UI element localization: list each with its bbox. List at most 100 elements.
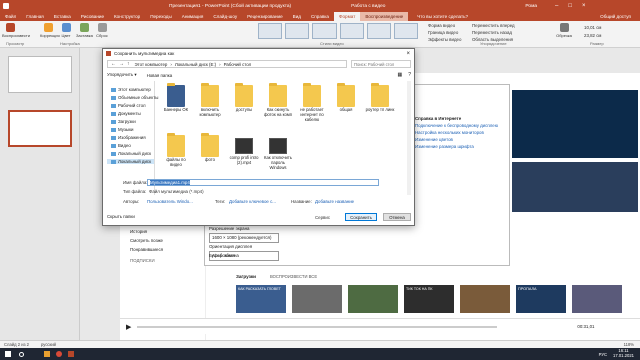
language-indicator[interactable]: русский: [41, 342, 56, 347]
color-button[interactable]: Цвет: [58, 23, 74, 38]
tab-transitions[interactable]: Переходы: [145, 12, 177, 21]
tab-playback[interactable]: Воспроизведение: [360, 12, 409, 21]
file-item[interactable]: Баннеры ОК: [161, 83, 191, 113]
file-item[interactable]: Как скинуть фоток на комп: [263, 83, 293, 118]
nav-3d-objects[interactable]: Объемные объекты: [111, 95, 158, 100]
file-item[interactable]: общая: [331, 83, 361, 113]
nav-downloads[interactable]: Загрузки: [111, 119, 136, 124]
hide-folders-button[interactable]: Скрыть папки: [107, 214, 135, 219]
file-item[interactable]: Как отключить пароль Windows: [263, 135, 293, 170]
file-item[interactable]: доступы: [229, 83, 259, 113]
user-name[interactable]: Рома: [525, 4, 537, 9]
title-value[interactable]: Добавьте название: [315, 199, 354, 204]
video-thumb-2[interactable]: [292, 285, 342, 313]
file-item[interactable]: comp profi intro (2).mp4: [229, 135, 259, 166]
back-icon[interactable]: ←: [111, 61, 116, 67]
nav-desktop[interactable]: Рабочий стол: [111, 103, 146, 108]
file-type-select[interactable]: Файл мультимедиа (*.mp4): [149, 189, 204, 194]
save-button[interactable]: Сохранить: [345, 213, 377, 221]
video-thumb-7[interactable]: [572, 285, 622, 313]
slide-thumbnail-2[interactable]: [8, 110, 72, 147]
tab-help[interactable]: Справка: [306, 12, 334, 21]
authors-value[interactable]: Пользователь Windo...: [147, 199, 193, 204]
share-button[interactable]: Общий доступ: [595, 12, 636, 21]
reset-button[interactable]: Сброс: [94, 23, 110, 38]
help-link-wireless[interactable]: Подключение к беспроводному дисплею: [415, 122, 498, 129]
tab-format[interactable]: Формат: [333, 12, 361, 21]
help-link-colors[interactable]: Изменение цветов: [415, 136, 498, 143]
yt-nav-later[interactable]: Смотреть позже: [130, 236, 195, 245]
file-item[interactable]: включить компьютер: [195, 83, 225, 118]
bring-forward-button[interactable]: Переместить вперед: [472, 23, 515, 28]
send-backward-button[interactable]: Переместить назад: [472, 30, 512, 35]
minimize-icon[interactable]: –: [555, 3, 558, 9]
nav-local-disk-1[interactable]: Локальный диск: [111, 151, 151, 156]
clock[interactable]: 16:11 17.01.2021: [613, 349, 634, 358]
play-all-link[interactable]: ВОСПРОИЗВЕСТИ ВСЕ: [270, 274, 317, 279]
cancel-button[interactable]: Отмена: [383, 213, 411, 221]
tab-home[interactable]: Главная: [21, 12, 48, 21]
video-thumb-4[interactable]: ТИК ТОК НА ПК: [404, 285, 454, 313]
tab-insert[interactable]: Вставка: [49, 12, 76, 21]
video-border-button[interactable]: Граница видео: [428, 30, 458, 35]
resolution-select[interactable]: 1600 × 1080 (рекомендуется): [209, 233, 279, 243]
file-name-input[interactable]: Мультимедиа1.mp4: [147, 179, 379, 186]
forward-icon[interactable]: →: [119, 61, 124, 67]
yt-nav-liked[interactable]: Понравившиеся: [130, 245, 195, 254]
file-item[interactable]: файлы по видео: [161, 133, 191, 168]
start-icon[interactable]: [5, 351, 11, 357]
zoom-level[interactable]: 118%: [624, 342, 634, 347]
tools-button[interactable]: Сервис: [315, 215, 330, 220]
view-icon[interactable]: ▦: [397, 72, 402, 78]
video-effects-button[interactable]: Эффекты видео: [428, 37, 461, 42]
nav-documents[interactable]: Документы: [111, 111, 141, 116]
path-part-2[interactable]: Локальный диск (E:): [175, 62, 216, 67]
tell-me-input[interactable]: Что вы хотите сделать?: [412, 12, 473, 21]
width-field[interactable]: 23,82 см: [584, 33, 601, 38]
tab-design[interactable]: Конструктор: [109, 12, 145, 21]
crop-button[interactable]: Обрезка: [556, 23, 572, 38]
input-language[interactable]: РУС: [599, 352, 607, 357]
file-list-scrollbar[interactable]: [407, 81, 411, 195]
video-thumb-3[interactable]: [348, 285, 398, 313]
video-shape-button[interactable]: Форма видео: [428, 23, 455, 28]
dialog-close-icon[interactable]: ×: [406, 51, 410, 57]
chrome-icon[interactable]: [56, 351, 62, 357]
path-part-1[interactable]: Этот компьютер: [135, 62, 168, 67]
organize-button[interactable]: Упорядочить ▾: [107, 72, 137, 78]
height-field[interactable]: 10,01 см: [584, 25, 601, 30]
path-part-3[interactable]: Рабочий стол: [224, 62, 252, 67]
tab-view[interactable]: Вид: [288, 12, 306, 21]
help-link-font[interactable]: Изменение размера шрифта: [415, 143, 498, 150]
help-link-monitors[interactable]: Настройка нескольких мониторов: [415, 129, 498, 136]
explorer-icon[interactable]: [44, 351, 50, 357]
yt-nav-history[interactable]: История: [130, 227, 195, 236]
search-input[interactable]: Поиск: Рабочий стол: [351, 60, 411, 68]
tab-review[interactable]: Рецензирование: [242, 12, 287, 21]
poster-frame-button[interactable]: Заставка: [76, 23, 93, 38]
tab-file[interactable]: Файл: [0, 12, 21, 21]
maximize-icon[interactable]: □: [568, 3, 572, 9]
video-thumb-5[interactable]: [460, 285, 510, 313]
play-button[interactable]: Воспроизвести: [2, 23, 30, 38]
file-item[interactable]: фото: [195, 133, 225, 163]
tab-draw[interactable]: Рисование: [76, 12, 109, 21]
slide-thumbnail-1[interactable]: [8, 56, 72, 93]
video-thumb-1[interactable]: КАК РАСКАЗАТЬ ГЛОВЕТ: [236, 285, 286, 313]
play-icon[interactable]: ▶: [126, 323, 131, 331]
close-icon[interactable]: ×: [582, 3, 586, 9]
nav-videos[interactable]: Видео: [111, 143, 131, 148]
nav-pictures[interactable]: Изображения: [111, 135, 146, 140]
seek-bar[interactable]: [137, 325, 498, 328]
up-icon[interactable]: ↑: [127, 61, 130, 67]
new-folder-button[interactable]: Новая папка: [147, 73, 173, 78]
corrections-button[interactable]: Коррекция: [40, 23, 60, 38]
nav-music[interactable]: Музыки: [111, 127, 133, 132]
video-thumb-6[interactable]: ПРОПАЛА: [516, 285, 566, 313]
help-icon[interactable]: ?: [408, 72, 411, 78]
tab-slideshow[interactable]: Слайд-шоу: [208, 12, 242, 21]
tags-value[interactable]: Добавьте ключевое с...: [229, 199, 276, 204]
nav-this-pc[interactable]: Этот компьютер: [111, 87, 151, 92]
tab-animations[interactable]: Анимация: [177, 12, 209, 21]
address-bar[interactable]: ← → ↑ Этот компьютер › Локальный диск (E…: [107, 60, 347, 68]
